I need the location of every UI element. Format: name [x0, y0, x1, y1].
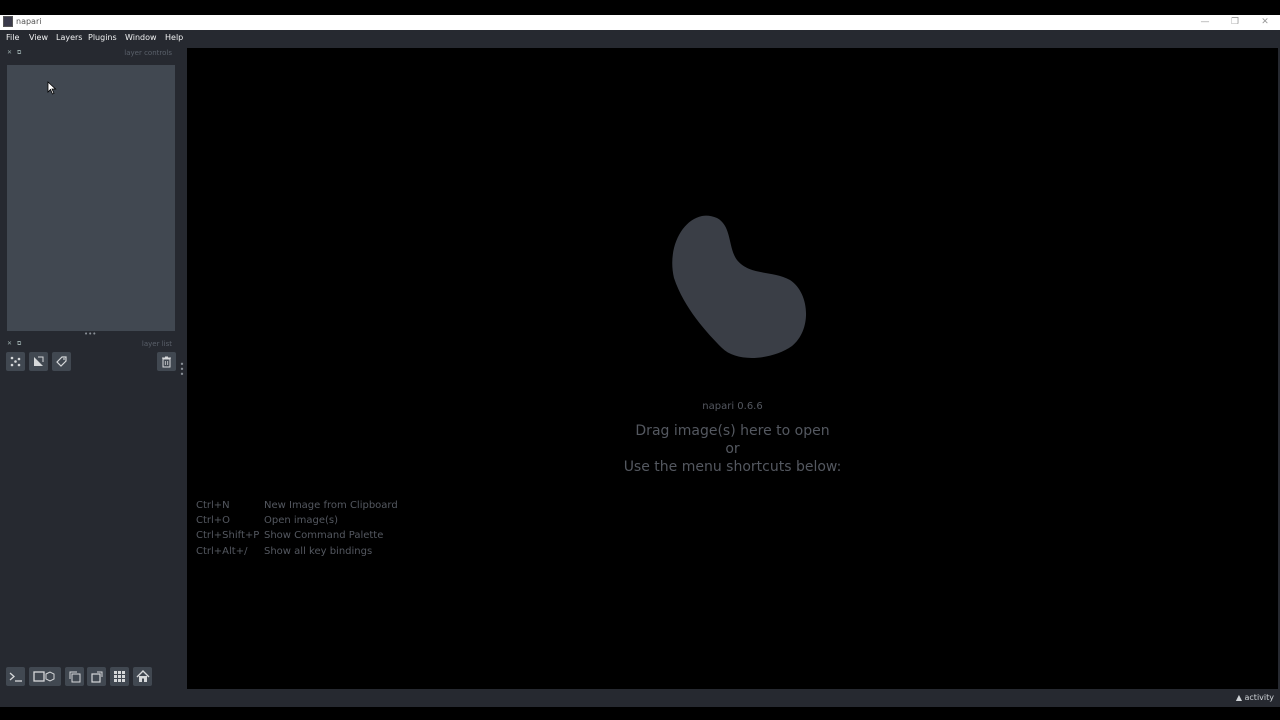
layer-controls-label: layer controls: [124, 49, 172, 57]
delete-layer-button[interactable]: [157, 352, 176, 371]
mouse-cursor-icon: [47, 81, 57, 95]
roll-dims-button[interactable]: [65, 667, 84, 686]
ndisplay-icon: [33, 671, 55, 682]
shortcut-description: Show all key bindings: [264, 546, 373, 557]
dock-close-icon[interactable]: ✕: [7, 48, 12, 58]
layer-list-panel: [7, 375, 175, 660]
grid-icon: [114, 671, 125, 682]
trash-icon: [162, 356, 171, 368]
restore-button[interactable]: ❐: [1220, 15, 1250, 30]
home-icon: [136, 670, 149, 682]
grid-view-button[interactable]: [110, 667, 129, 686]
layer-list-label: layer list: [141, 340, 172, 348]
shortcut-key: Ctrl+Shift+P: [196, 530, 260, 541]
activity-button[interactable]: ▲ activity: [1236, 692, 1274, 704]
new-points-layer-button[interactable]: [6, 352, 25, 371]
shortcut-key: Ctrl+Alt+/: [196, 546, 248, 557]
new-shapes-layer-button[interactable]: [29, 352, 48, 371]
status-bar: ▲ activity: [0, 689, 1280, 707]
dock-float-icon[interactable]: ⧉: [17, 48, 21, 58]
console-button[interactable]: [6, 667, 25, 686]
dock-resize-handle-icon[interactable]: • • •: [179, 361, 185, 379]
shortcut-description: New Image from Clipboard: [264, 500, 398, 511]
main-window: File View Layers Plugins Window Help ✕ ⧉…: [0, 30, 1280, 707]
dock-close-icon[interactable]: ✕: [7, 339, 12, 349]
welcome-drag-text: Drag image(s) here to open: [635, 423, 830, 439]
viewer-canvas[interactable]: napari 0.6.6 Drag image(s) here to open …: [187, 48, 1278, 689]
layer-controls-dock-title: ✕ ⧉ layer controls: [0, 47, 186, 59]
screen-border-bottom: [0, 707, 1280, 720]
welcome-shortcuts-text: Use the menu shortcuts below:: [623, 459, 842, 475]
home-button[interactable]: [133, 667, 152, 686]
shortcut-description: Show Command Palette: [264, 530, 384, 541]
title-bar: napari — ❐ ✕: [0, 15, 1280, 30]
menu-window[interactable]: Window: [125, 30, 157, 46]
screen-border-top: [0, 0, 1280, 15]
layer-controls-panel: [7, 65, 175, 331]
napari-app-icon: [3, 16, 13, 27]
minimize-button[interactable]: —: [1190, 15, 1220, 30]
shortcut-key: Ctrl+O: [196, 515, 231, 526]
menu-layers[interactable]: Layers: [56, 30, 82, 46]
shapes-icon: [34, 356, 44, 366]
napari-version: napari 0.6.6: [702, 401, 763, 412]
labels-icon: [56, 356, 67, 367]
points-icon: [10, 356, 21, 367]
transpose-button[interactable]: [87, 667, 106, 686]
splitter-handle-icon[interactable]: •••: [84, 331, 96, 338]
console-icon: [9, 672, 22, 682]
shortcut-key: Ctrl+N: [196, 500, 230, 511]
menu-plugins[interactable]: Plugins: [88, 30, 117, 46]
roll-dims-icon: [69, 671, 80, 683]
shortcut-description: Open image(s): [264, 515, 339, 526]
menu-view[interactable]: View: [29, 30, 48, 46]
layer-buttons-bar: [0, 352, 186, 374]
ndisplay-button[interactable]: [29, 667, 61, 686]
new-labels-layer-button[interactable]: [52, 352, 71, 371]
transpose-icon: [90, 671, 102, 683]
dock-float-icon[interactable]: ⧉: [17, 339, 21, 349]
napari-logo-icon: [672, 215, 807, 358]
window-title: napari: [16, 17, 42, 26]
viewer-buttons-bar: [0, 667, 186, 689]
close-button[interactable]: ✕: [1250, 15, 1280, 30]
layer-list-dock-title: ✕ ⧉ layer list: [0, 338, 186, 350]
menu-bar: File View Layers Plugins Window Help: [0, 30, 1280, 46]
menu-file[interactable]: File: [6, 30, 19, 46]
menu-help[interactable]: Help: [165, 30, 183, 46]
welcome-or-text: or: [725, 441, 740, 457]
